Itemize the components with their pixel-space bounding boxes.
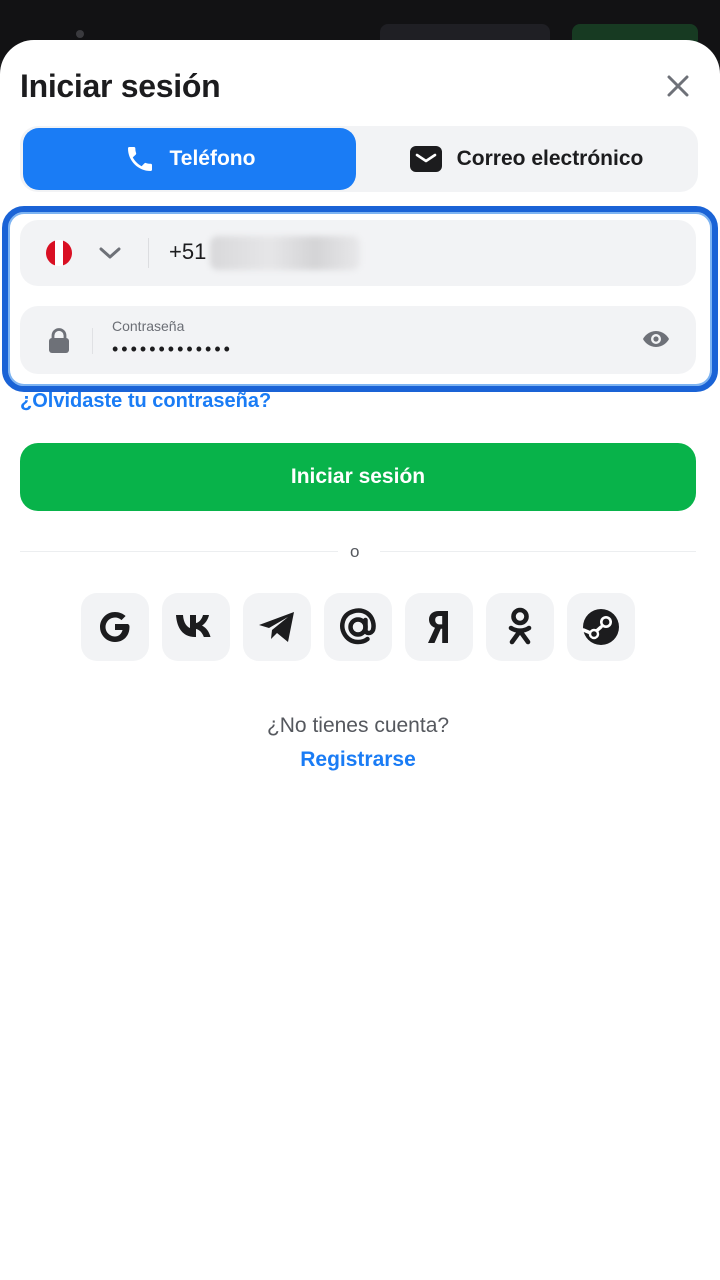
odnoklassniki-icon (508, 607, 532, 645)
odnoklassniki-login-button[interactable] (486, 593, 554, 661)
register-link[interactable]: Registrarse (300, 748, 416, 771)
yandex-icon (428, 611, 448, 643)
phone-number-redacted[interactable] (210, 236, 360, 270)
mail-icon (409, 146, 442, 172)
country-dropdown[interactable] (98, 242, 122, 269)
login-sheet: Iniciar sesión Teléfono Correo electróni… (0, 40, 720, 1280)
country-flag[interactable] (46, 240, 72, 266)
steam-icon (581, 609, 619, 645)
mail-login-button[interactable] (324, 593, 392, 661)
forgot-password-link[interactable]: ¿Olvidaste tu contraseña? (20, 390, 271, 413)
password-field[interactable]: Contraseña ••••••••••••• (20, 306, 696, 374)
eye-icon (643, 331, 669, 347)
google-icon (100, 612, 130, 642)
close-button[interactable] (660, 68, 696, 104)
flag-stripe (54, 240, 64, 266)
chevron-down-icon (99, 247, 121, 259)
register-link-wrap: Registrarse (0, 748, 716, 772)
telegram-login-button[interactable] (243, 593, 311, 661)
no-account-text: ¿No tienes cuenta? (266, 714, 450, 737)
lock-icon (48, 328, 70, 359)
login-method-tabs: Teléfono Correo electrónico (20, 126, 698, 192)
google-login-button[interactable] (81, 593, 149, 661)
at-icon (340, 608, 376, 645)
divider-line-left (20, 551, 338, 552)
yandex-login-button[interactable] (405, 593, 473, 661)
login-button[interactable]: Iniciar sesión (20, 443, 696, 511)
close-icon (667, 75, 689, 97)
tab-email[interactable]: Correo electrónico (356, 128, 696, 190)
flag-stripe (46, 240, 55, 266)
steam-login-button[interactable] (567, 593, 635, 661)
phone-prefix: +51 (169, 239, 207, 264)
page-title: Iniciar sesión (20, 68, 221, 104)
flag-stripe (63, 240, 72, 266)
phone-icon (127, 147, 152, 171)
tab-phone[interactable]: Teléfono (23, 128, 356, 190)
camera-dot (76, 30, 84, 38)
telegram-icon (259, 612, 294, 642)
phone-field[interactable]: +51 (20, 220, 696, 286)
password-label: Contraseña (112, 318, 185, 334)
divider-or: o (350, 542, 360, 561)
show-password-toggle[interactable] (642, 328, 670, 355)
password-input[interactable]: ••••••••••••• (112, 339, 233, 360)
tab-email-label: Correo electrónico (456, 147, 644, 170)
vk-icon (176, 615, 211, 637)
vk-login-button[interactable] (162, 593, 230, 661)
tab-phone-label: Teléfono (169, 147, 256, 170)
field-divider (92, 328, 93, 354)
field-divider (148, 238, 149, 268)
divider-line-right (380, 551, 696, 552)
